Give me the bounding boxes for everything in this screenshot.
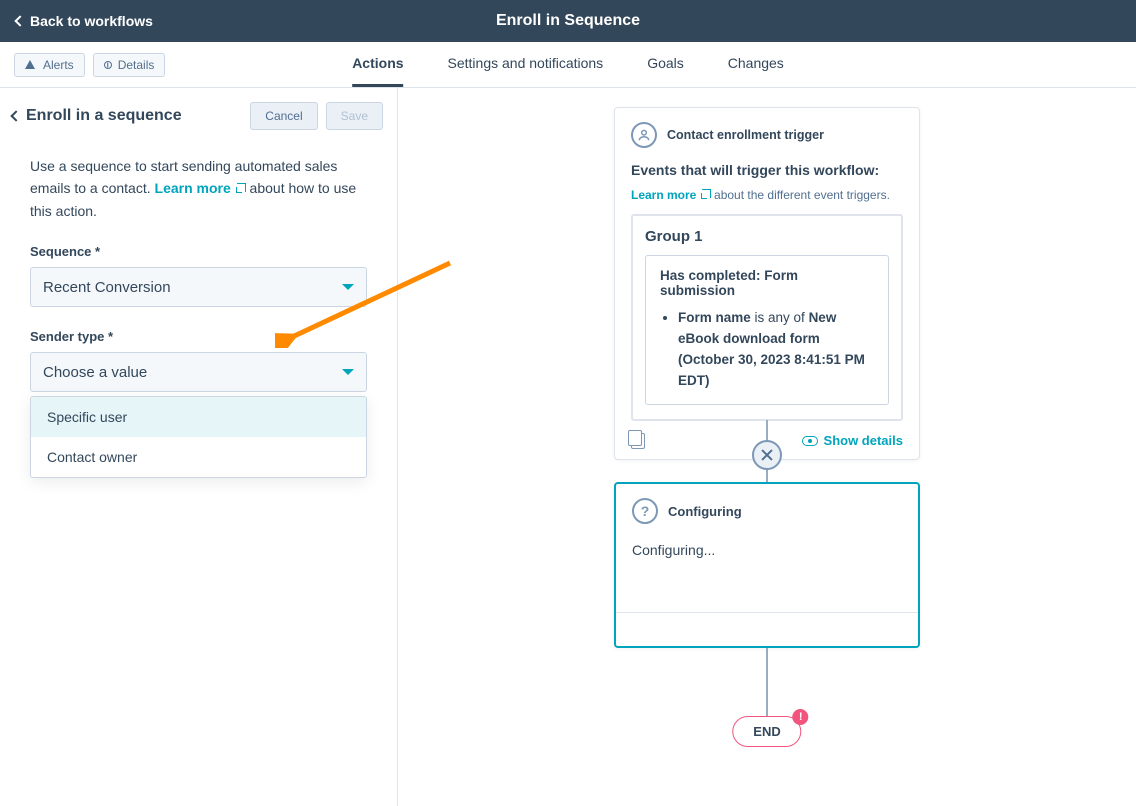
configuring-card[interactable]: ? Configuring Configuring... — [614, 482, 920, 648]
alert-badge: ! — [793, 709, 809, 725]
alerts-label: Alerts — [43, 58, 74, 72]
chevron-down-icon — [342, 369, 354, 375]
side-panel: Enroll in a sequence Cancel Save Use a s… — [0, 88, 398, 806]
external-link-icon — [702, 189, 711, 198]
chevron-down-icon — [342, 284, 354, 290]
panel-description: Use a sequence to start sending automate… — [30, 155, 367, 222]
end-node[interactable]: END ! — [732, 716, 801, 747]
panel-back-icon[interactable] — [10, 110, 21, 121]
save-button: Save — [326, 102, 383, 130]
configuring-title: Configuring — [668, 504, 742, 519]
workflow-canvas[interactable]: Contact enrollment trigger Events that w… — [398, 88, 1136, 806]
rule-title: Has completed: Form submission — [660, 268, 874, 298]
alert-icon — [25, 60, 35, 69]
sender-type-select[interactable]: Choose a value — [30, 352, 367, 392]
show-details-link[interactable]: Show details — [802, 433, 903, 448]
cancel-button[interactable]: Cancel — [250, 102, 317, 130]
page-title: Enroll in Sequence — [496, 12, 640, 30]
back-to-workflows-link[interactable]: Back to workflows — [16, 13, 153, 29]
sub-bar: Alerts i Details Actions Settings and no… — [0, 42, 1136, 88]
add-action-button[interactable] — [752, 440, 782, 470]
rule-detail: Form name is any of New eBook download f… — [660, 308, 874, 392]
group-title: Group 1 — [645, 228, 889, 245]
details-label: Details — [118, 58, 155, 72]
eye-icon — [802, 436, 818, 446]
sender-type-dropdown: Specific user Contact owner — [30, 396, 367, 478]
alerts-button[interactable]: Alerts — [14, 53, 85, 77]
question-icon: ? — [632, 498, 658, 524]
sequence-select[interactable]: Recent Conversion — [30, 267, 367, 307]
tab-changes[interactable]: Changes — [728, 42, 784, 87]
panel-title: Enroll in a sequence — [26, 107, 182, 125]
sender-type-label: Sender type * — [30, 329, 367, 344]
trigger-card[interactable]: Contact enrollment trigger Events that w… — [614, 107, 920, 460]
top-bar: Back to workflows Enroll in Sequence — [0, 0, 1136, 42]
trigger-subheading: Events that will trigger this workflow: — [631, 162, 903, 178]
contact-icon — [631, 122, 657, 148]
option-contact-owner[interactable]: Contact owner — [31, 437, 366, 477]
trigger-rule[interactable]: Has completed: Form submission Form name… — [645, 255, 889, 405]
chevron-left-icon — [14, 15, 25, 26]
trigger-group: Group 1 Has completed: Form submission F… — [631, 214, 903, 421]
configuring-text: Configuring... — [632, 542, 902, 558]
trigger-learn-more-link[interactable]: Learn more — [631, 188, 711, 202]
clipboard-icon[interactable] — [631, 433, 645, 449]
tab-goals[interactable]: Goals — [647, 42, 684, 87]
tab-settings[interactable]: Settings and notifications — [448, 42, 604, 87]
connector-line — [766, 648, 768, 716]
back-label: Back to workflows — [30, 13, 153, 29]
sequence-value: Recent Conversion — [43, 279, 171, 296]
sequence-label: Sequence * — [30, 244, 367, 259]
external-link-icon — [237, 183, 246, 192]
details-button[interactable]: i Details — [93, 53, 166, 77]
configuring-footer — [616, 612, 918, 646]
option-specific-user[interactable]: Specific user — [31, 397, 366, 437]
tab-actions[interactable]: Actions — [352, 42, 403, 87]
learn-more-link[interactable]: Learn more — [155, 180, 246, 196]
tab-row: Actions Settings and notifications Goals… — [352, 42, 784, 87]
trigger-heading: Contact enrollment trigger — [667, 128, 824, 142]
sender-type-value: Choose a value — [43, 364, 147, 381]
